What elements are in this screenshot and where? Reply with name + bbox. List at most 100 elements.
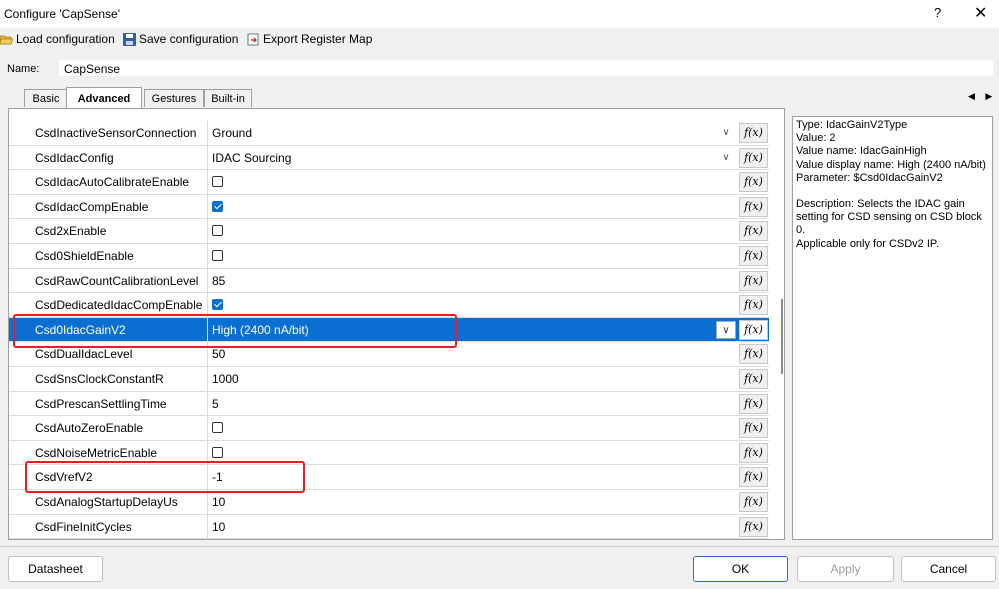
parameter-checkbox[interactable] bbox=[212, 299, 223, 311]
column-separator bbox=[207, 145, 208, 170]
toolbar: Load configuration Save configuration Ex… bbox=[0, 30, 999, 52]
parameter-name: CsdAutoZeroEnable bbox=[35, 421, 144, 436]
grid-scrollbar[interactable] bbox=[778, 109, 784, 539]
name-input[interactable]: CapSense bbox=[58, 59, 994, 77]
parameter-row[interactable]: CsdFineInitCycles 10 f(x) bbox=[9, 514, 769, 539]
parameter-value-input[interactable]: 85 bbox=[212, 269, 225, 293]
column-separator bbox=[207, 514, 208, 539]
save-configuration-label: Save configuration bbox=[139, 32, 239, 46]
parameter-row[interactable]: Csd2xEnable f(x) bbox=[9, 219, 769, 244]
parameter-name: CsdRawCountCalibrationLevel bbox=[35, 273, 199, 288]
formula-button[interactable]: f(x) bbox=[739, 442, 768, 463]
floppy-disk-icon bbox=[123, 32, 136, 46]
formula-button[interactable]: f(x) bbox=[739, 270, 768, 291]
column-separator bbox=[207, 170, 208, 194]
footer-divider bbox=[0, 546, 999, 547]
parameter-select[interactable]: IDAC Sourcing bbox=[212, 146, 291, 170]
tab-advanced[interactable]: Advanced bbox=[66, 87, 142, 108]
scrollbar-thumb[interactable] bbox=[781, 299, 783, 374]
ok-button[interactable]: OK bbox=[693, 556, 788, 582]
window-title: Configure 'CapSense' bbox=[4, 7, 120, 21]
parameter-row[interactable]: CsdRawCountCalibrationLevel 85 f(x) bbox=[9, 268, 769, 294]
parameter-value-input[interactable]: 1000 bbox=[212, 367, 239, 391]
parameter-row[interactable]: CsdSnsClockConstantR 1000 f(x) bbox=[9, 367, 769, 392]
column-separator bbox=[207, 268, 208, 293]
chevron-down-icon[interactable]: ∨ bbox=[716, 320, 736, 339]
tab-basic[interactable]: Basic bbox=[24, 89, 68, 107]
formula-button[interactable]: f(x) bbox=[739, 295, 768, 316]
parameter-row[interactable]: CsdIdacConfig IDAC Sourcing ∨ f(x) bbox=[9, 145, 769, 171]
title-bar: Configure 'CapSense' ? ✕ bbox=[0, 0, 999, 28]
save-configuration-button[interactable]: Save configuration bbox=[123, 32, 238, 46]
parameter-row[interactable]: Csd0ShieldEnable f(x) bbox=[9, 244, 769, 269]
formula-button[interactable]: f(x) bbox=[739, 246, 768, 266]
column-separator bbox=[207, 416, 208, 440]
parameter-name: CsdPrescanSettlingTime bbox=[35, 396, 167, 411]
name-row: Name: CapSense bbox=[0, 58, 999, 80]
parameter-name: Csd2xEnable bbox=[35, 224, 107, 239]
formula-button[interactable]: f(x) bbox=[739, 418, 768, 439]
load-configuration-label: Load configuration bbox=[16, 32, 115, 46]
tab-built-in[interactable]: Built-in bbox=[204, 89, 252, 107]
parameter-select[interactable]: Ground bbox=[212, 121, 252, 145]
desc-applicable: Applicable only for CSDv2 IP. bbox=[796, 237, 939, 250]
formula-button[interactable]: f(x) bbox=[739, 369, 768, 389]
formula-button[interactable]: f(x) bbox=[739, 123, 768, 143]
formula-button[interactable]: f(x) bbox=[739, 221, 768, 242]
parameter-value-input[interactable]: 10 bbox=[212, 490, 225, 514]
column-separator bbox=[207, 219, 208, 243]
column-separator bbox=[207, 490, 208, 514]
load-configuration-button[interactable]: Load configuration bbox=[0, 32, 115, 46]
formula-button[interactable]: f(x) bbox=[739, 344, 768, 365]
parameter-name: CsdAnalogStartupDelayUs bbox=[35, 495, 178, 509]
datasheet-button[interactable]: Datasheet bbox=[8, 556, 103, 582]
formula-button[interactable]: f(x) bbox=[739, 393, 768, 414]
parameter-name: CsdIdacAutoCalibrateEnable bbox=[35, 175, 190, 190]
desc-type: Type: IdacGainV2Type bbox=[796, 119, 908, 131]
parameter-value-input[interactable]: 10 bbox=[212, 515, 225, 539]
apply-button[interactable]: Apply bbox=[797, 556, 894, 582]
export-register-map-button[interactable]: Export Register Map bbox=[247, 32, 372, 46]
column-separator bbox=[207, 121, 208, 145]
parameter-checkbox[interactable] bbox=[212, 200, 223, 212]
export-icon bbox=[247, 33, 259, 45]
parameter-checkbox[interactable] bbox=[212, 422, 223, 434]
formula-button[interactable]: f(x) bbox=[739, 467, 768, 488]
parameter-name: CsdIdacConfig bbox=[35, 150, 114, 165]
column-separator bbox=[207, 391, 208, 416]
tab-scroll-arrows[interactable]: ◀ ▶ bbox=[968, 91, 996, 102]
formula-button[interactable]: f(x) bbox=[739, 147, 768, 168]
folder-open-icon bbox=[0, 35, 13, 44]
description-panel: Type: IdacGainV2Type Value: 2 Value name… bbox=[792, 116, 993, 540]
parameter-row[interactable]: CsdInactiveSensorConnection Ground ∨ f(x) bbox=[9, 121, 769, 146]
name-label: Name: bbox=[7, 63, 40, 75]
cancel-button[interactable]: Cancel bbox=[901, 556, 996, 582]
parameter-name: CsdFineInitCycles bbox=[35, 519, 132, 534]
chevron-down-icon[interactable]: ∨ bbox=[716, 149, 736, 167]
help-button[interactable]: ? bbox=[934, 5, 941, 20]
highlight-box-vref bbox=[25, 461, 305, 493]
formula-button[interactable]: f(x) bbox=[739, 172, 768, 193]
parameter-row[interactable]: CsdIdacAutoCalibrateEnable f(x) bbox=[9, 170, 769, 195]
formula-button[interactable]: f(x) bbox=[739, 492, 768, 512]
export-register-map-label: Export Register Map bbox=[263, 32, 373, 46]
formula-button[interactable]: f(x) bbox=[739, 196, 768, 217]
desc-parameter: Parameter: $Csd0IdacGainV2 bbox=[796, 171, 943, 184]
parameter-value-input[interactable]: 5 bbox=[212, 392, 219, 416]
parameter-checkbox[interactable] bbox=[212, 225, 223, 237]
parameter-row[interactable]: CsdIdacCompEnable f(x) bbox=[9, 194, 769, 220]
tab-gestures[interactable]: Gestures bbox=[144, 89, 204, 107]
formula-button[interactable]: f(x) bbox=[739, 319, 768, 340]
column-separator bbox=[207, 194, 208, 219]
parameter-row[interactable]: CsdPrescanSettlingTime 5 f(x) bbox=[9, 391, 769, 417]
parameter-row[interactable]: CsdAutoZeroEnable f(x) bbox=[9, 416, 769, 441]
close-button[interactable]: ✕ bbox=[974, 3, 987, 23]
parameter-name: CsdSnsClockConstantR bbox=[35, 372, 164, 386]
parameter-checkbox[interactable] bbox=[212, 446, 223, 458]
formula-button[interactable]: f(x) bbox=[739, 516, 768, 537]
parameter-checkbox[interactable] bbox=[212, 176, 223, 188]
parameter-row[interactable]: CsdAnalogStartupDelayUs 10 f(x) bbox=[9, 490, 769, 515]
parameter-checkbox[interactable] bbox=[212, 250, 223, 261]
chevron-down-icon[interactable]: ∨ bbox=[716, 124, 736, 142]
desc-description: Description: Selects the IDAC gain setti… bbox=[796, 198, 982, 237]
